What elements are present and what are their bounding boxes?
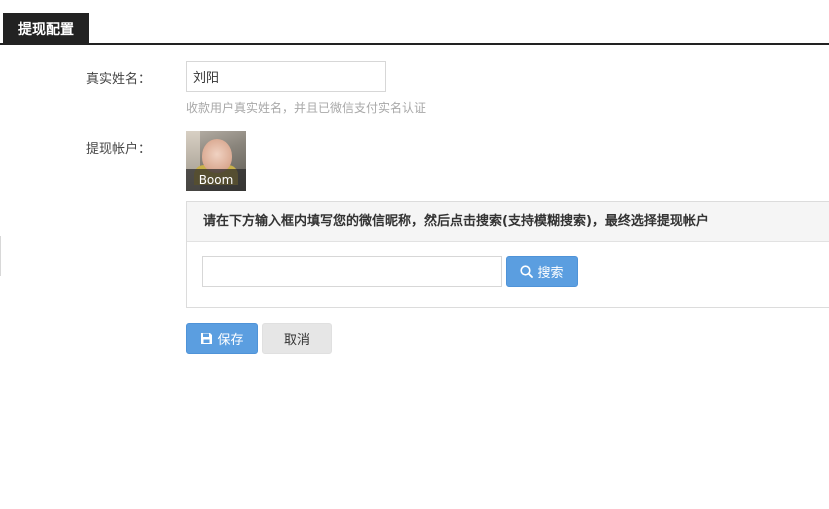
real-name-label: 真实姓名： <box>86 72 152 87</box>
nickname-search-input[interactable] <box>202 256 502 287</box>
account-search-panel: 请在下方输入框内填写您的微信昵称，然后点击搜索(支持模糊搜索)，最终选择提现帐户 <box>186 201 829 308</box>
search-button[interactable]: 搜索 <box>506 256 578 287</box>
avatar-photo-face <box>202 139 232 173</box>
search-icon <box>520 265 534 278</box>
save-button[interactable]: 保存 <box>186 323 258 354</box>
search-instruction: 请在下方输入框内填写您的微信昵称，然后点击搜索(支持模糊搜索)，最终选择提现帐户 <box>187 202 829 242</box>
tab-bar: 提现配置 <box>0 0 829 45</box>
save-button-label: 保存 <box>217 333 244 348</box>
search-button-label: 搜索 <box>537 266 564 281</box>
account-label: 提现帐户： <box>86 142 152 157</box>
page: 提现配置 真实姓名： 收款用户真实姓名，并且已微信支付实名认证 提现帐户： Bo… <box>0 0 829 509</box>
cancel-button[interactable]: 取消 <box>262 323 332 354</box>
scroll-edge <box>0 236 1 276</box>
account-avatar[interactable]: Boom <box>186 131 246 191</box>
floppy-disk-icon <box>201 333 213 344</box>
account-nickname: Boom <box>186 169 246 191</box>
real-name-input[interactable] <box>186 61 386 92</box>
tab-withdraw-config[interactable]: 提现配置 <box>3 13 89 45</box>
real-name-hint: 收款用户真实姓名，并且已微信支付实名认证 <box>186 101 427 115</box>
